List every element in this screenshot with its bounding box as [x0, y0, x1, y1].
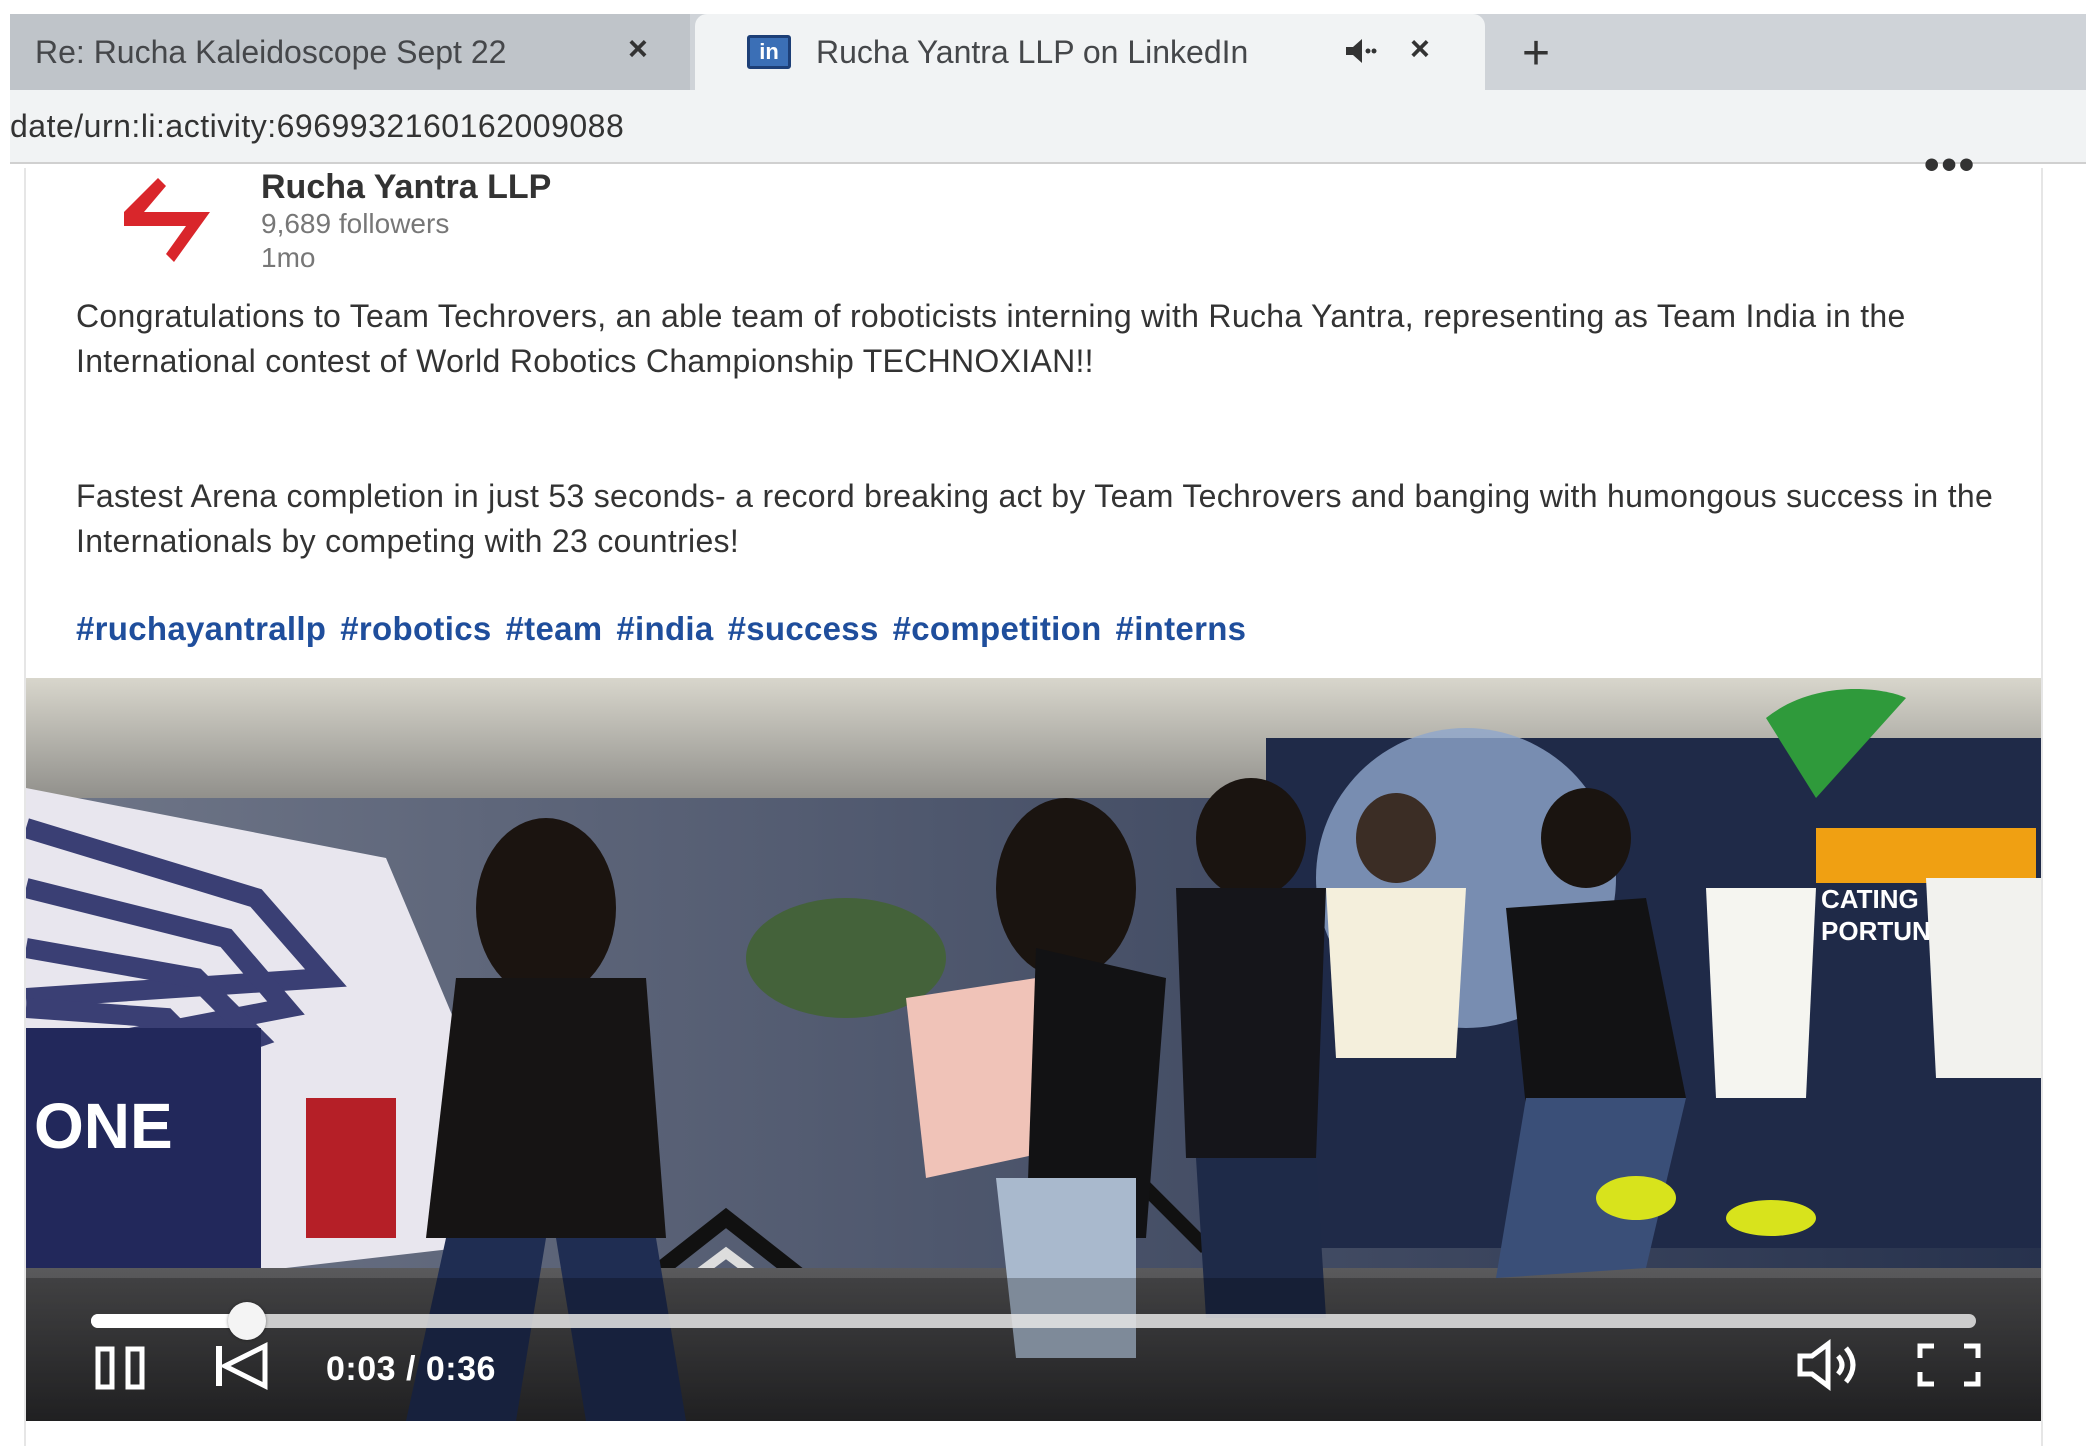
- banner-text: ONE: [34, 1090, 173, 1162]
- skip-back-icon[interactable]: [211, 1340, 271, 1392]
- hashtag-link[interactable]: #competition: [893, 610, 1102, 647]
- hashtag-link[interactable]: #team: [506, 610, 603, 647]
- hashtag-link[interactable]: #robotics: [340, 610, 491, 647]
- hashtag-link[interactable]: #interns: [1116, 610, 1247, 647]
- new-tab-button[interactable]: +: [1522, 26, 1550, 81]
- tab-title: Rucha Yantra LLP on LinkedIn: [816, 33, 1249, 70]
- address-bar[interactable]: date/urn:li:activity:6969932160162009088: [10, 90, 2086, 164]
- hashtag-link[interactable]: #india: [616, 610, 713, 647]
- tab-email[interactable]: Re: Rucha Kaleidoscope Sept 22 ×: [10, 14, 690, 90]
- linkedin-icon: in: [747, 35, 791, 69]
- video-player[interactable]: ONE CATING NEW PORTUNI 0:03 / 0:36: [26, 678, 2041, 1421]
- linkedin-post: Rucha Yantra LLP 9,689 followers 1mo •••…: [24, 140, 2043, 1446]
- tab-linkedin[interactable]: in Rucha Yantra LLP on LinkedIn ×: [695, 14, 1485, 90]
- close-tab-icon[interactable]: ×: [628, 30, 648, 69]
- volume-icon[interactable]: [1794, 1338, 1866, 1392]
- more-options-icon[interactable]: •••: [1924, 140, 1976, 190]
- hashtag-link[interactable]: #success: [728, 610, 879, 647]
- post-footer: [26, 1421, 2041, 1446]
- hashtag-link[interactable]: #ruchayantrallp: [76, 610, 326, 647]
- tab-strip: Re: Rucha Kaleidoscope Sept 22 × in Ruch…: [10, 14, 2086, 90]
- company-name[interactable]: Rucha Yantra LLP: [261, 168, 551, 207]
- pause-button[interactable]: [92, 1343, 152, 1391]
- company-logo[interactable]: [106, 170, 222, 266]
- progress-bar[interactable]: [91, 1302, 1976, 1340]
- speaker-muted-icon[interactable]: [1343, 36, 1379, 66]
- post-paragraph: Congratulations to Team Techrovers, an a…: [76, 298, 1906, 379]
- post-paragraph: Fastest Arena completion in just 53 seco…: [76, 478, 1994, 559]
- video-frame: ONE CATING NEW PORTUNI: [26, 678, 2041, 1421]
- svg-text:PORTUNI: PORTUNI: [1821, 916, 1938, 946]
- progress-fill: [91, 1314, 248, 1328]
- url-text: date/urn:li:activity:6969932160162009088: [10, 108, 625, 144]
- close-tab-icon[interactable]: ×: [1410, 30, 1430, 69]
- post-age: 1mo: [261, 242, 316, 273]
- browser-chrome: Re: Rucha Kaleidoscope Sept 22 × in Ruch…: [0, 0, 2086, 170]
- follower-count: 9,689 followers: [261, 208, 450, 239]
- tab-title: Re: Rucha Kaleidoscope Sept 22: [35, 33, 507, 70]
- fullscreen-icon[interactable]: [1914, 1340, 1984, 1390]
- time-display: 0:03 / 0:36: [326, 1350, 496, 1388]
- hashtag-list: #ruchayantrallp #robotics #team #india #succ…: [76, 610, 1260, 648]
